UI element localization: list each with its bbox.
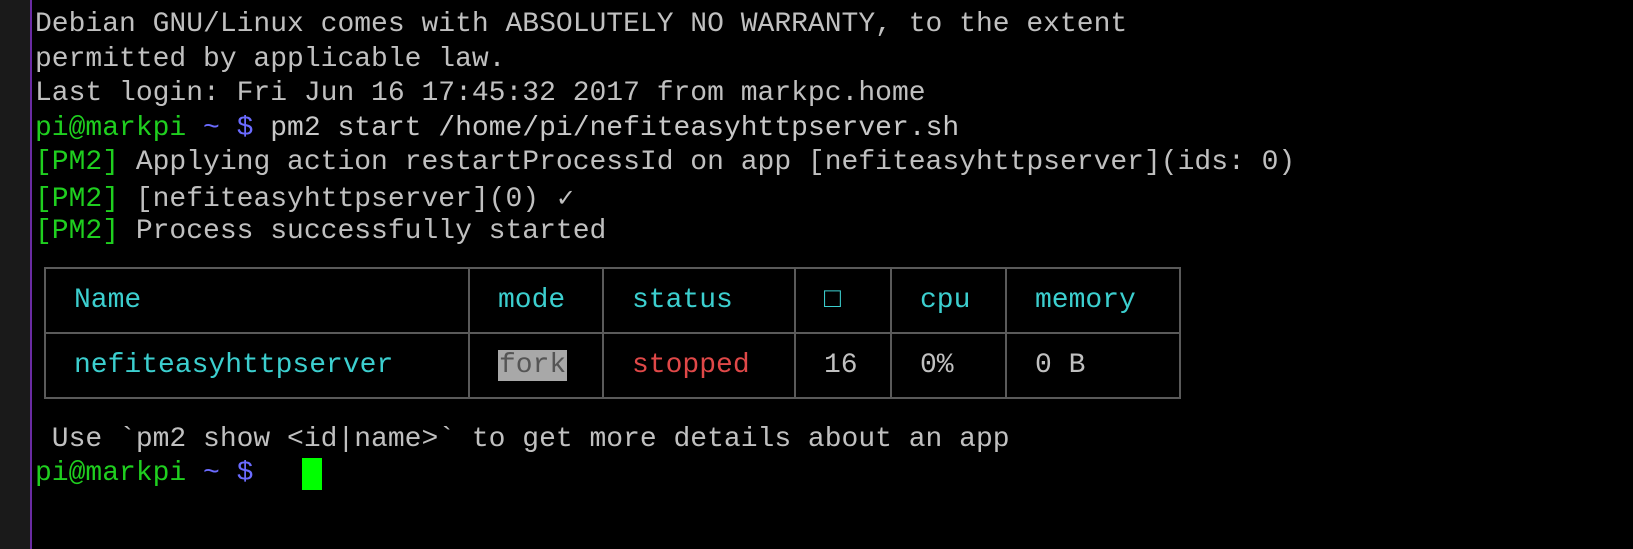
final-prompt-line: pi@markpi ~ $: [35, 457, 253, 491]
cell-restarts: 16: [794, 332, 892, 399]
header-name: Name: [44, 267, 470, 334]
header-status: status: [602, 267, 796, 334]
last-login-line: Last login: Fri Jun 16 17:45:32 2017 fro…: [35, 78, 926, 109]
intro-line-1: Debian GNU/Linux comes with ABSOLUTELY N…: [35, 9, 1128, 40]
pm2-tag: [PM2]: [35, 147, 120, 178]
mode-badge: fork: [498, 350, 568, 381]
cell-name: nefiteasyhttpserver: [44, 332, 470, 399]
cell-cpu: 0%: [890, 332, 1007, 399]
cell-mode: fork: [468, 332, 604, 399]
pm2-message: Process successfully started: [119, 216, 607, 247]
terminal-window[interactable]: Debian GNU/Linux comes with ABSOLUTELY N…: [30, 0, 1568, 549]
prompt-path: ~ $: [186, 113, 254, 144]
prompt-user-host: pi@markpi: [35, 458, 187, 489]
header-mode: mode: [468, 267, 604, 334]
pm2-line-1: [PM2] Applying action restartProcessId o…: [35, 146, 1295, 180]
cell-memory: 0 B: [1005, 332, 1181, 399]
window-margin: [1568, 0, 1633, 549]
table-row: nefiteasyhttpserver fork stopped 16 0% 0…: [44, 332, 1181, 399]
process-table: Name mode status □ cpu memory nefiteasyh…: [44, 267, 1181, 399]
intro-line-2: permitted by applicable law.: [35, 44, 506, 75]
pm2-line-2: [PM2] [nefiteasyhttpserver](0) ✓: [35, 181, 576, 215]
header-memory: memory: [1005, 267, 1181, 334]
pm2-line-3: [PM2] Process successfully started: [35, 215, 606, 249]
prompt-command: pm2 start /home/pi/nefiteasyhttpserver.s…: [253, 113, 960, 144]
header-cpu: cpu: [890, 267, 1007, 334]
command-line: pi@markpi ~ $ pm2 start /home/pi/nefitea…: [35, 112, 959, 146]
checkmark-icon: ✓: [555, 184, 576, 212]
pm2-message: Applying action restartProcessId on app …: [119, 147, 1296, 178]
cell-status: stopped: [602, 332, 796, 399]
prompt-user-host: pi@markpi: [35, 113, 187, 144]
pm2-message: [nefiteasyhttpserver](0): [119, 184, 556, 215]
pm2-tag: [PM2]: [35, 184, 120, 215]
pm2-tag: [PM2]: [35, 216, 120, 247]
hint-line: Use `pm2 show <id|name>` to get more det…: [35, 424, 1010, 455]
prompt-path: ~ $: [186, 458, 254, 489]
header-restarts: □: [794, 267, 892, 334]
table-header-row: Name mode status □ cpu memory: [44, 267, 1181, 334]
terminal-cursor[interactable]: [302, 458, 322, 490]
